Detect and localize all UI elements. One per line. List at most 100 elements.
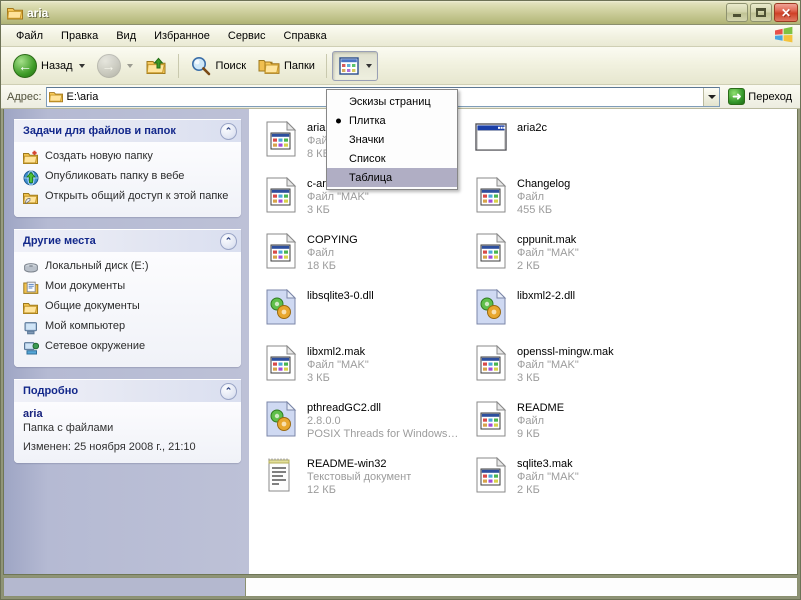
forward-history-chevron-down-icon[interactable]: [126, 63, 133, 68]
view-menu-item-details-label: Таблица: [349, 171, 393, 184]
menu-edit[interactable]: Правка: [52, 27, 107, 45]
place-shared-documents[interactable]: Общие документы: [23, 298, 233, 318]
file-size: 3 КБ: [307, 372, 330, 384]
task-publish-to-web[interactable]: Опубликовать папку в вебе: [23, 168, 233, 188]
back-history-chevron-down-icon[interactable]: [78, 63, 85, 68]
file-description: POSIX Threads for Windows3…: [307, 428, 461, 440]
dll-icon: [473, 289, 509, 327]
minimize-button[interactable]: [726, 3, 748, 22]
file-meta: libsqlite3-0.dll: [307, 289, 374, 303]
panel-file-tasks-header[interactable]: Задачи для файлов и папок ⌃: [14, 119, 241, 142]
file-item-readme[interactable]: README Файл 9 КБ: [471, 399, 673, 455]
panel-other-places-header[interactable]: Другие места ⌃: [14, 229, 241, 252]
back-arrow-icon: ←: [13, 53, 37, 78]
go-button[interactable]: ➜ Переход: [724, 87, 796, 107]
view-menu-item-details[interactable]: Таблица: [327, 168, 457, 187]
my-computer-icon: [24, 322, 37, 335]
place-my-documents[interactable]: Мои документы: [23, 278, 233, 298]
views-chevron-down-icon[interactable]: [365, 63, 372, 68]
file-name: README: [517, 402, 565, 414]
panel-other-places: Другие места ⌃ Локальный диск (E:) Мои д…: [14, 229, 241, 367]
mak-file-icon: [263, 233, 299, 271]
file-item-sqlite3-mak[interactable]: sqlite3.mak Файл "MAK" 2 КБ: [471, 455, 673, 511]
task-create-new-folder-label: Создать новую папку: [45, 150, 153, 162]
windows-flag-icon: [775, 26, 793, 43]
place-local-disk-e[interactable]: Локальный диск (E:): [23, 258, 233, 278]
chevron-up-icon[interactable]: ⌃: [220, 382, 237, 400]
maximize-button[interactable]: [750, 3, 772, 22]
place-network[interactable]: Сетевое окружение: [23, 338, 233, 358]
file-item-readme-win32[interactable]: README-win32 Текстовый документ 12 КБ: [261, 455, 463, 511]
file-item-cppunit-mak[interactable]: cppunit.mak Файл "MAK" 2 КБ: [471, 231, 673, 287]
back-button[interactable]: ← Назад: [7, 51, 91, 81]
file-meta: libxml2.mak Файл "MAK" 3 КБ: [307, 345, 369, 385]
views-button[interactable]: [331, 50, 378, 81]
file-name: aria2c: [517, 122, 547, 134]
file-item-openssl-mingw-mak[interactable]: openssl-mingw.mak Файл "MAK" 3 КБ: [471, 343, 673, 399]
file-type: Текстовый документ: [307, 471, 412, 483]
view-menu-item-thumbnails[interactable]: Эскизы страниц: [327, 92, 457, 111]
mak-file-icon: [473, 345, 509, 383]
menu-view[interactable]: Вид: [107, 27, 145, 45]
panel-details-header[interactable]: Подробно ⌃: [14, 379, 241, 402]
menu-help[interactable]: Справка: [275, 27, 336, 45]
task-share-folder[interactable]: Открыть общий доступ к этой папке: [23, 188, 233, 208]
shared-documents-icon: [23, 303, 38, 314]
panel-details-title: Подробно: [23, 385, 79, 397]
view-menu-item-thumbnails-label: Эскизы страниц: [349, 95, 431, 108]
view-menu-item-icons-label: Значки: [349, 133, 385, 146]
menu-file[interactable]: Файл: [7, 27, 52, 45]
folder-icon: [7, 7, 23, 19]
dll-icon: [263, 289, 299, 327]
panel-details-body: aria Папка с файлами Изменен: 25 ноября …: [14, 402, 241, 463]
file-name: openssl-mingw.mak: [517, 346, 614, 358]
file-item-pthreadgc2-dll[interactable]: pthreadGC2.dll 2.8.0.0 POSIX Threads for…: [261, 399, 463, 455]
address-dropdown-button[interactable]: [703, 87, 720, 106]
my-documents-icon: [23, 281, 39, 294]
view-menu-item-icons[interactable]: Значки: [327, 130, 457, 149]
status-bar-left: [4, 578, 246, 596]
details-item-modified: Изменен: 25 ноября 2008 г., 21:10: [23, 441, 196, 453]
file-type: Файл: [307, 247, 335, 259]
go-arrow-icon: ➜: [728, 88, 746, 105]
file-item-libxml2-2-dll[interactable]: libxml2-2.dll: [471, 287, 673, 343]
view-menu-item-tiles[interactable]: Плитка: [327, 111, 457, 130]
file-name: Changelog: [517, 178, 571, 190]
file-size: 455 КБ: [517, 204, 553, 216]
file-name: libsqlite3-0.dll: [307, 290, 374, 302]
mak-file-icon: [263, 345, 299, 383]
close-button[interactable]: ✕: [774, 3, 798, 22]
task-share-folder-label: Открыть общий доступ к этой папке: [45, 190, 229, 202]
file-size: 3 КБ: [517, 372, 540, 384]
file-item-aria2c[interactable]: aria2c: [471, 119, 673, 175]
file-meta: Changelog Файл 455 КБ: [517, 177, 570, 217]
view-dropdown-menu[interactable]: Эскизы страниц Плитка Значки Список Табл…: [326, 89, 458, 190]
forward-button[interactable]: →: [91, 51, 139, 81]
chevron-up-icon[interactable]: ⌃: [220, 122, 237, 140]
file-item-libsqlite3-0-dll[interactable]: libsqlite3-0.dll: [261, 287, 463, 343]
window-title: aria: [27, 5, 49, 20]
place-my-computer[interactable]: Мой компьютер: [23, 318, 233, 338]
file-meta: sqlite3.mak Файл "MAK" 2 КБ: [517, 457, 579, 497]
task-create-new-folder[interactable]: Создать новую папку: [23, 148, 233, 168]
menu-favorites[interactable]: Избранное: [145, 27, 219, 45]
file-size: 2 КБ: [517, 260, 540, 272]
menu-bar: Файл Правка Вид Избранное Сервис Справка: [1, 25, 800, 47]
maximize-icon: [756, 8, 766, 17]
search-button[interactable]: Поиск: [184, 51, 252, 81]
chevron-up-icon[interactable]: ⌃: [220, 232, 237, 250]
view-menu-item-list[interactable]: Список: [327, 149, 457, 168]
file-item-copying[interactable]: COPYING Файл 18 КБ: [261, 231, 463, 287]
file-name: cppunit.mak: [517, 234, 577, 246]
window-controls: ✕: [726, 3, 798, 22]
dll-icon: [263, 401, 299, 439]
file-item-changelog[interactable]: Changelog Файл 455 КБ: [471, 175, 673, 231]
mak-file-icon: [263, 177, 299, 215]
up-button[interactable]: [139, 51, 173, 81]
mak-file-icon: [473, 177, 509, 215]
menu-tools[interactable]: Сервис: [219, 27, 275, 45]
share-folder-icon: [23, 193, 38, 204]
place-my-computer-label: Мой компьютер: [45, 320, 126, 332]
folders-button[interactable]: Папки: [252, 51, 321, 81]
file-item-libxml2-mak[interactable]: libxml2.mak Файл "MAK" 3 КБ: [261, 343, 463, 399]
